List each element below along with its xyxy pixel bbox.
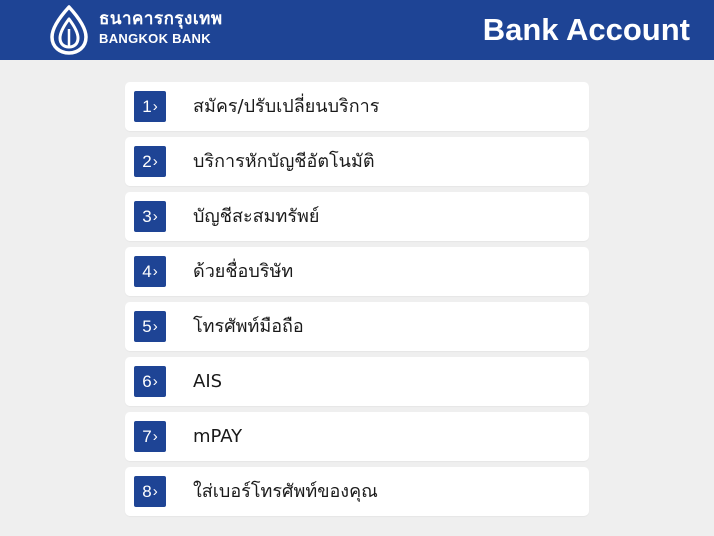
menu-item-label: mPAY <box>193 426 243 447</box>
menu-item-3[interactable]: 3 › บัญชีสะสมทรัพย์ <box>125 192 589 241</box>
menu-item-label: โทรศัพท์มือถือ <box>193 316 304 337</box>
chevron-right-icon: › <box>152 483 158 500</box>
item-number: 2 <box>142 152 152 171</box>
menu-item-1[interactable]: 1 › สมัคร/ปรับเปลี่ยนบริการ <box>125 82 589 131</box>
menu-item-7[interactable]: 7 › mPAY <box>125 412 589 461</box>
number-badge: 2 › <box>134 146 166 177</box>
chevron-right-icon: › <box>152 98 158 115</box>
item-number: 8 <box>142 482 152 501</box>
account-menu-list: 1 › สมัคร/ปรับเปลี่ยนบริการ 2 › บริการหักบ… <box>125 82 589 522</box>
number-badge: 5 › <box>134 311 166 342</box>
item-number: 3 <box>142 207 152 226</box>
chevron-right-icon: › <box>152 428 158 445</box>
number-badge: 3 › <box>134 201 166 232</box>
number-badge: 8 › <box>134 476 166 507</box>
item-number: 6 <box>142 372 152 391</box>
brand-thai-name: ธนาคารกรุงเทพ <box>99 9 223 29</box>
number-badge: 4 › <box>134 256 166 287</box>
bangkok-bank-logo-icon <box>50 5 88 55</box>
menu-item-label: บัญชีสะสมทรัพย์ <box>193 206 320 227</box>
page-title: Bank Account <box>482 12 690 47</box>
menu-item-label: AIS <box>193 371 223 392</box>
chevron-right-icon: › <box>152 373 158 390</box>
chevron-right-icon: › <box>152 208 158 225</box>
brand-english-name: BANGKOK BANK <box>99 31 211 46</box>
number-badge: 6 › <box>134 366 166 397</box>
item-number: 5 <box>142 317 152 336</box>
chevron-right-icon: › <box>152 263 158 280</box>
menu-item-label: สมัคร/ปรับเปลี่ยนบริการ <box>193 96 380 117</box>
number-badge: 7 › <box>134 421 166 452</box>
menu-item-label: ด้วยชื่อบริษัท <box>193 261 294 282</box>
chevron-right-icon: › <box>152 153 158 170</box>
chevron-right-icon: › <box>152 318 158 335</box>
menu-item-label: บริการหักบัญชีอัตโนมัติ <box>193 151 375 172</box>
menu-item-2[interactable]: 2 › บริการหักบัญชีอัตโนมัติ <box>125 137 589 186</box>
item-number: 4 <box>142 262 152 281</box>
menu-item-6[interactable]: 6 › AIS <box>125 357 589 406</box>
menu-item-5[interactable]: 5 › โทรศัพท์มือถือ <box>125 302 589 351</box>
menu-item-label: ใส่เบอร์โทรศัพท์ของคุณ <box>193 481 378 502</box>
item-number: 1 <box>142 97 152 116</box>
menu-item-4[interactable]: 4 › ด้วยชื่อบริษัท <box>125 247 589 296</box>
app-header: ธนาคารกรุงเทพ BANGKOK BANK Bank Account <box>0 0 714 60</box>
menu-item-8[interactable]: 8 › ใส่เบอร์โทรศัพท์ของคุณ <box>125 467 589 516</box>
number-badge: 1 › <box>134 91 166 122</box>
item-number: 7 <box>142 427 152 446</box>
